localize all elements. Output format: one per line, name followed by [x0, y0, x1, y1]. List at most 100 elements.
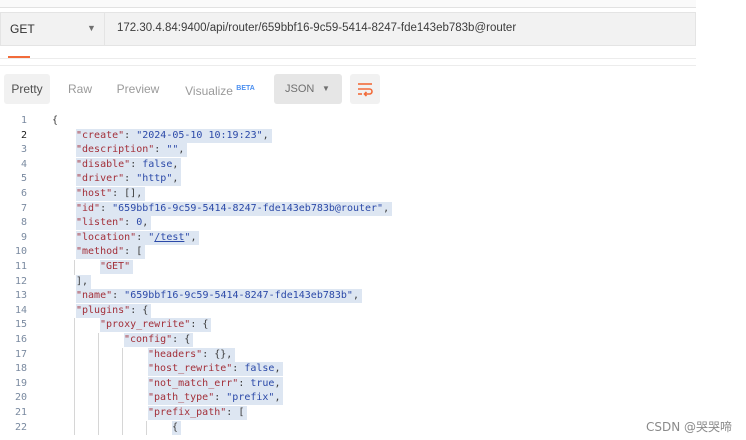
code-token: "proxy_rewrite" — [100, 319, 191, 331]
code-line: 7 "id": "659bbf16-9c59-5414-8247-fde143eb… — [0, 201, 696, 216]
divider — [0, 65, 696, 66]
code-line: 18 "host_rewrite": false, — [0, 362, 696, 377]
code-token: "name" — [76, 290, 113, 302]
indent-guide — [122, 376, 123, 392]
code-text: "driver": "http", — [76, 172, 182, 187]
code-token: : — [100, 202, 113, 214]
code-token: "GET" — [100, 261, 131, 272]
line-number: 6 — [20, 188, 27, 199]
code-token: "prefix" — [226, 392, 275, 404]
code-token: false — [244, 363, 275, 375]
beta-badge: BETA — [236, 85, 255, 92]
code-token: "description" — [76, 144, 155, 156]
indent-guide — [98, 391, 99, 406]
code-token: : — [130, 158, 143, 170]
line-number: 1 — [20, 115, 27, 126]
code-token: : — [136, 231, 149, 243]
format-select[interactable]: JSON ▼ — [274, 74, 342, 104]
divider — [0, 58, 696, 59]
indent-guide — [74, 347, 75, 363]
wrap-lines-button[interactable] — [350, 74, 380, 104]
code-token: { — [52, 115, 59, 126]
line-number: 2 — [20, 129, 27, 141]
code-text: "proxy_rewrite": { — [100, 318, 212, 333]
code-text: "headers": {}, — [148, 347, 236, 362]
code-text: "GET" — [100, 260, 134, 274]
line-number: 14 — [14, 304, 27, 316]
code-line: 20 "path_type": "prefix", — [0, 391, 696, 406]
code-token: "config" — [124, 334, 173, 345]
code-text: "description": "", — [76, 143, 188, 158]
code-token: : — [112, 290, 125, 302]
method-select[interactable]: GET ▼ — [0, 12, 104, 46]
code-line: 3 "description": "", — [0, 143, 696, 158]
chevron-down-icon: ▼ — [322, 84, 330, 93]
code-token: ], — [76, 275, 89, 287]
tab-pretty[interactable]: Pretty — [4, 74, 50, 104]
top-strip — [0, 0, 696, 8]
line-number: 22 — [14, 421, 27, 433]
line-number: 19 — [14, 377, 27, 389]
line-number: 3 — [20, 144, 27, 156]
code-token: : { — [172, 334, 191, 345]
code-line: 5 "driver": "http", — [0, 172, 696, 187]
request-bar: GET ▼ 172.30.4.84:9400/api/router/659bbf… — [0, 0, 696, 56]
code-token: "create" — [76, 129, 125, 141]
code-text: ], — [76, 274, 92, 289]
response-body[interactable]: 1{2 "create": "2024-05-10 10:19:23", 3 "des… — [0, 112, 696, 440]
url-input[interactable]: 172.30.4.84:9400/api/router/659bbf16-9c5… — [104, 12, 696, 46]
line-number: 10 — [14, 246, 27, 258]
code-token: , — [142, 217, 149, 229]
code-token: "driver" — [76, 173, 125, 185]
code-token: "not_match_err" — [148, 377, 239, 389]
code-token: , — [274, 392, 281, 404]
line-number: 18 — [14, 363, 27, 375]
code-token: : {}, — [202, 348, 233, 360]
code-token: : { — [190, 319, 209, 331]
tab-preview[interactable]: Preview — [108, 74, 168, 104]
code-token: : [ — [226, 407, 245, 418]
indent-guide — [74, 333, 75, 348]
code-line: 1{ — [0, 114, 696, 128]
code-text: "host": [], — [76, 187, 146, 201]
line-number: 17 — [14, 348, 27, 360]
code-token: : — [124, 173, 137, 185]
code-token: , — [172, 173, 179, 185]
code-token: : — [124, 217, 137, 229]
method-label: GET — [10, 22, 35, 36]
code-token: : { — [130, 304, 149, 316]
indent-guide — [98, 347, 99, 363]
line-number: 15 — [14, 319, 27, 331]
wrap-lines-icon — [358, 83, 373, 97]
tab-label: Raw — [67, 82, 92, 96]
code-token: : — [154, 144, 167, 156]
tab-raw[interactable]: Raw — [58, 74, 102, 104]
indent-guide — [122, 347, 123, 363]
code-token: "prefix_path" — [148, 407, 227, 418]
code-token: , — [172, 158, 179, 170]
code-text: "id": "659bbf16-9c59-5414-8247-fde143eb7… — [76, 201, 393, 216]
code-token: "location" — [76, 231, 137, 243]
code-token: "listen" — [76, 217, 125, 229]
code-token: "headers" — [148, 348, 203, 360]
code-token: "disable" — [76, 158, 131, 170]
code-text: "disable": false, — [76, 157, 182, 172]
indent-guide — [98, 333, 99, 348]
tab-label: Visualize — [185, 84, 233, 98]
watermark: CSDN @哭哭啼 — [645, 420, 732, 434]
code-token: , — [352, 290, 359, 302]
code-token: : — [238, 377, 251, 389]
code-line: 11 "GET" — [0, 260, 696, 275]
code-token: , — [383, 202, 390, 214]
tab-visualize[interactable]: Visualize BETA — [178, 74, 262, 104]
code-token: true — [250, 377, 275, 389]
indent-guide — [74, 362, 75, 377]
code-line: 16 "config": { — [0, 333, 696, 348]
code-token: "2024-05-10 10:19:23" — [136, 129, 263, 141]
code-text: "path_type": "prefix", — [148, 391, 284, 406]
code-text: "listen": 0, — [76, 216, 152, 231]
line-number: 13 — [14, 290, 27, 302]
line-number: 12 — [14, 275, 27, 287]
indent-guide — [122, 362, 123, 377]
code-token: : [], — [112, 188, 143, 199]
